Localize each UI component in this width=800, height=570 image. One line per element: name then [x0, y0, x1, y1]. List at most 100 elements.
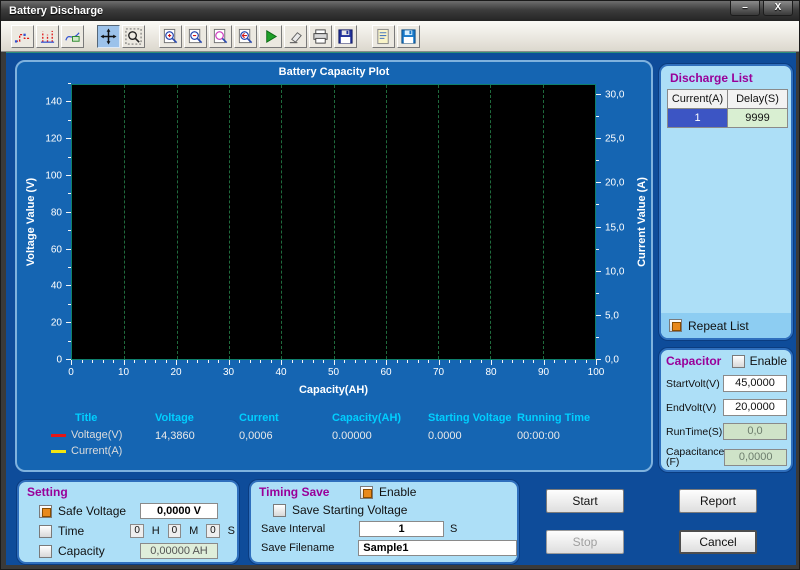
report-button[interactable]: Report: [679, 489, 757, 513]
capacitance-field: 0,0000: [724, 448, 787, 466]
startvolt-label: StartVolt(V): [666, 377, 720, 390]
discharge-delay-cell[interactable]: 9999: [727, 108, 788, 128]
x-axis-tick: [459, 360, 461, 363]
gridline-vertical: [176, 85, 178, 359]
start-button[interactable]: Start: [546, 489, 624, 513]
close-button[interactable]: X: [763, 1, 793, 16]
capacity-checkbox[interactable]: [39, 544, 52, 558]
x-axis-tick: [81, 360, 83, 363]
capacity-reading: 0.00000: [332, 430, 372, 442]
zoom-region-icon: [125, 27, 142, 45]
chart-panel: Battery Capacity Plot 0 20 40 60 80 100 120 140…: [15, 60, 653, 472]
runtime-label: RunTime(S): [666, 425, 723, 438]
window-title: Battery Discharge: [9, 5, 104, 17]
title-bar[interactable]: Battery Discharge – X: [1, 1, 799, 21]
y-left-tick: [68, 230, 71, 232]
discharge-column-header[interactable]: Current(A): [667, 89, 728, 109]
zoom-in-button[interactable]: [159, 24, 182, 48]
safe-voltage-checkbox[interactable]: [39, 504, 52, 518]
repeat-list-checkbox[interactable]: [669, 319, 682, 332]
capacitor-enable-checkbox[interactable]: [731, 354, 745, 368]
save-button[interactable]: [334, 24, 357, 48]
capacitance-label: Capacitance (F): [666, 446, 725, 468]
plot-area[interactable]: [71, 84, 596, 360]
x-axis-tick: [218, 360, 219, 363]
y-right-tick-label: 30,0: [605, 89, 625, 101]
cancel-button[interactable]: Cancel: [679, 530, 757, 554]
gridline-vertical: [333, 85, 335, 359]
voltage-reading: 14,3860: [155, 430, 195, 442]
y-left-tick: [66, 248, 71, 250]
save-starting-voltage-checkbox[interactable]: [273, 503, 286, 517]
plot-style-curve-icon: [65, 31, 80, 42]
current-swatch-icon: [51, 449, 66, 453]
x-axis-tick-label: 50: [327, 367, 340, 378]
y-right-tick: [596, 138, 601, 140]
plot-style-curve-button[interactable]: [61, 24, 84, 48]
setting-panel: Setting Safe Voltage 0,0000 V Time 0H 0M…: [17, 480, 239, 564]
current-reading: 0,0006: [239, 430, 273, 442]
time-minutes-field[interactable]: 0: [167, 524, 182, 538]
report-file-button[interactable]: [372, 24, 395, 48]
startvolt-field[interactable]: 45,0000: [723, 375, 787, 392]
pan-button[interactable]: [97, 24, 120, 48]
x-axis-tick-label: 30: [222, 367, 235, 378]
minimize-button[interactable]: –: [730, 1, 760, 16]
time-hours-field[interactable]: 0: [130, 524, 144, 538]
x-axis-tick: [344, 360, 345, 363]
starting-voltage-reading: 0.0000: [428, 430, 462, 442]
run-button[interactable]: [259, 24, 282, 48]
discharge-list-panel: Discharge List Current(A) Delay(S) 1 9999 R…: [659, 64, 793, 340]
endvolt-field[interactable]: 20,0000: [723, 399, 787, 416]
plot-style-step-button[interactable]: [11, 24, 34, 48]
x-axis-tick: [165, 360, 167, 363]
save-filename-field[interactable]: Sample1: [358, 540, 517, 556]
save-filename-label: Save Filename: [261, 542, 335, 554]
x-axis-tick: [533, 360, 534, 363]
zoom-reset-button[interactable]: [234, 24, 257, 48]
toolbar: [1, 21, 799, 52]
print-button[interactable]: [309, 24, 332, 48]
seconds-unit-label: S: [227, 525, 235, 537]
zoom-out-button[interactable]: [184, 24, 207, 48]
y-axis-left-title: Voltage Value (V): [25, 177, 37, 267]
floppy-save-icon: [338, 28, 353, 44]
x-axis-tick: [585, 360, 587, 363]
x-axis-tick-label: 100: [587, 367, 605, 378]
zoom-window-button[interactable]: [209, 24, 232, 48]
x-axis-tick: [417, 360, 419, 363]
capacitor-title: Capacitor: [666, 354, 722, 368]
zoom-region-button[interactable]: [122, 24, 145, 48]
x-axis-tick: [522, 360, 524, 363]
y-left-tick: [68, 303, 71, 305]
save-interval-field[interactable]: 1: [359, 521, 444, 537]
pan-cross-icon: [100, 27, 117, 45]
time-checkbox[interactable]: [39, 524, 52, 538]
x-axis-tick: [407, 360, 408, 363]
discharge-current-cell[interactable]: 1: [667, 108, 728, 128]
erase-button[interactable]: [284, 24, 307, 48]
y-right-tick-label: 0,0: [605, 354, 619, 366]
x-axis-tick: [470, 360, 471, 363]
eraser-icon: [289, 31, 302, 43]
timing-save-enable-checkbox[interactable]: [360, 485, 373, 499]
y-left-tick: [66, 211, 71, 213]
gridline-vertical: [228, 85, 230, 359]
discharge-column-header[interactable]: Delay(S): [727, 89, 788, 109]
safe-voltage-field[interactable]: 0,0000 V: [140, 503, 218, 519]
y-right-tick-label: 25,0: [605, 133, 625, 145]
repeat-list-label: Repeat List: [688, 318, 749, 333]
save-interval-label: Save Interval: [261, 523, 326, 535]
running-time-reading: 00:00:00: [517, 430, 560, 442]
y-left-tick: [68, 156, 71, 158]
x-axis-tick: [438, 360, 440, 365]
time-seconds-field[interactable]: 0: [206, 524, 220, 538]
discharge-list-title: Discharge List: [670, 71, 753, 85]
x-axis-tick: [197, 360, 198, 363]
x-axis-tick: [575, 360, 576, 363]
save-data-button[interactable]: [397, 24, 420, 48]
minutes-unit-label: M: [189, 525, 199, 537]
x-axis-tick: [176, 360, 177, 365]
plot-style-bars-button[interactable]: [36, 24, 59, 48]
x-axis-tick-label: 80: [485, 367, 497, 378]
